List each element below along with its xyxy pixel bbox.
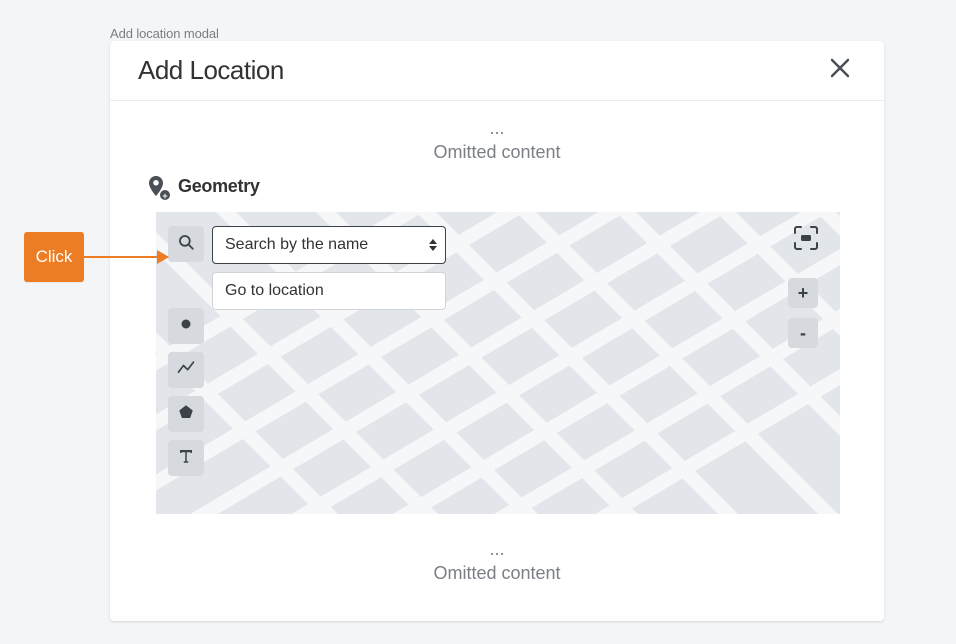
polygon-tool-button[interactable] [168,396,204,432]
zoom-in-button[interactable]: + [788,278,818,308]
search-by-select-label: Search by the name [225,236,368,254]
text-tool-button[interactable] [168,440,204,476]
click-callout: Click [24,232,84,282]
search-panel: Search by the name [212,226,446,310]
geometry-section-header: + Geometry [144,174,856,198]
center-button[interactable] [788,222,824,258]
point-tool-button[interactable] [168,308,204,344]
line-icon [176,358,196,383]
pin-add-icon: + [144,174,168,198]
plus-badge-icon: + [159,189,171,201]
go-to-location-input[interactable] [225,282,433,300]
polygon-icon [177,403,195,426]
map-tools-left [168,226,204,476]
geometry-label: Geometry [178,176,260,197]
omitted-bottom: Omitted content [138,560,856,587]
text-icon [177,447,195,470]
zoom-out-button[interactable]: - [788,318,818,348]
close-icon [829,57,851,84]
omitted-bottom-dots: ... [138,540,856,558]
close-button[interactable] [824,55,856,87]
omitted-top-dots: ... [138,119,856,137]
search-by-select[interactable]: Search by the name [212,226,446,264]
add-location-modal: Add Location ... Omitted content + Geome… [110,41,884,621]
modal-body: ... Omitted content + Geometry [110,101,884,621]
select-caret-icon [429,239,437,251]
search-icon [177,233,195,256]
line-tool-button[interactable] [168,352,204,388]
modal-header: Add Location [110,41,884,101]
omitted-top: Omitted content [138,139,856,166]
map-area[interactable]: Search by the name + - [156,212,840,514]
callout-arrow [84,256,168,258]
modal-title: Add Location [138,55,284,86]
omitted-bottom-wrap: ... Omitted content [138,540,856,593]
center-icon [791,223,821,258]
search-tool-button[interactable] [168,226,204,262]
point-icon [177,315,195,338]
go-to-location-input-wrap[interactable] [212,272,446,310]
caption: Add location modal [110,26,219,41]
map-tools-right: + - [788,222,824,348]
